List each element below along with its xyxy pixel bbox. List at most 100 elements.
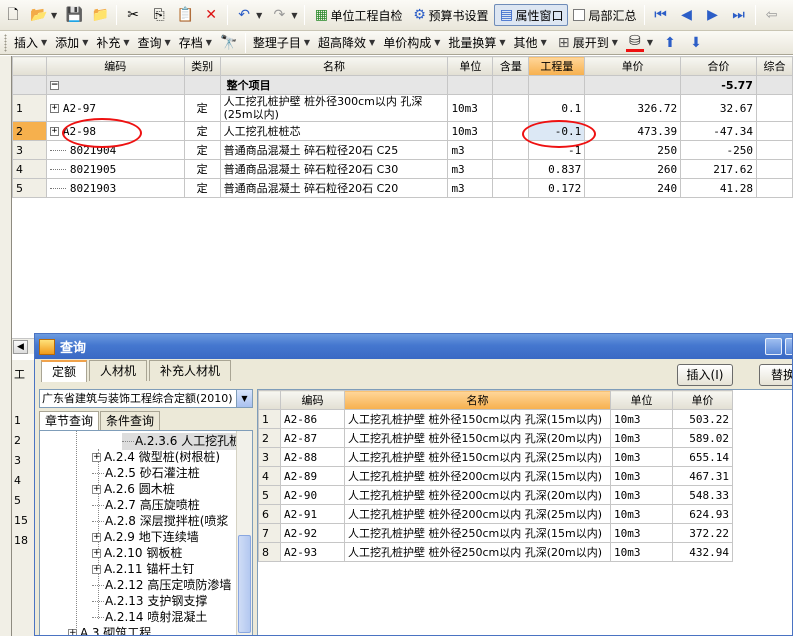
- replace-button[interactable]: 替换: [759, 364, 792, 386]
- chevron-down-icon[interactable]: ▼: [236, 390, 252, 407]
- col-header-unit[interactable]: 单位: [610, 390, 673, 410]
- result-row[interactable]: 2 A2-87 人工挖孔桩护壁 桩外径150cm以内 孔深(20m以内) 10m3 58…: [258, 428, 733, 448]
- code-cell[interactable]: 8021903: [45, 178, 185, 198]
- other-menu[interactable]: 其他 ▼: [511, 32, 550, 54]
- type-cell[interactable]: 定: [183, 178, 221, 198]
- quota-library-select[interactable]: 广东省建筑与装饰工程综合定额(2010) ▼: [39, 389, 253, 408]
- composite-cell[interactable]: [755, 94, 793, 122]
- self-check-button[interactable]: ▦ 单位工程自检: [309, 4, 405, 26]
- name-cell[interactable]: 普通商品混凝土 碎石粒径20石 C30: [219, 159, 449, 179]
- paste-button[interactable]: 📋: [173, 4, 197, 26]
- tree-expand-icon[interactable]: +: [92, 549, 101, 558]
- quantity-cell[interactable]: 0.837: [528, 159, 586, 179]
- tree-expand-icon[interactable]: +: [68, 629, 77, 635]
- code-cell[interactable]: A2-87: [280, 428, 345, 448]
- query-menu[interactable]: 查询 ▼: [135, 32, 174, 54]
- price-cell[interactable]: 589.02: [672, 428, 733, 448]
- tree-node[interactable]: + A.2.11 锚杆土钉: [92, 561, 194, 578]
- new-file-button[interactable]: 🗋: [1, 4, 25, 26]
- col-header-code[interactable]: 编码: [45, 56, 185, 76]
- tab-quota[interactable]: 定额: [41, 360, 88, 382]
- unit-cell[interactable]: 10m3: [610, 523, 673, 543]
- cut-button[interactable]: ✂: [121, 4, 145, 26]
- composite-cell[interactable]: [755, 178, 793, 198]
- code-cell[interactable]: A2-89: [280, 466, 345, 486]
- tab-condition-search[interactable]: 条件查询: [100, 411, 161, 430]
- name-cell[interactable]: 人工挖孔桩护壁 桩外径200cm以内 孔深(25m以内): [344, 504, 611, 524]
- col-header-code[interactable]: 编码: [280, 390, 345, 410]
- query-title-bar[interactable]: 查询: [35, 334, 792, 359]
- undo-button[interactable]: ↶ ▼: [232, 4, 265, 26]
- side-tab-label[interactable]: 工: [14, 366, 25, 382]
- name-cell[interactable]: 人工挖孔桩桩芯: [219, 121, 449, 141]
- tab-supplement-labor-material[interactable]: 补充人材机: [149, 360, 232, 381]
- price-cell[interactable]: 624.93: [672, 504, 733, 524]
- composite-cell[interactable]: [755, 140, 793, 160]
- col-header-price[interactable]: 单价: [584, 56, 682, 76]
- code-cell[interactable]: A2-88: [280, 447, 345, 467]
- quantity-cell[interactable]: 0.172: [528, 178, 586, 198]
- tree-node[interactable]: A.2.3.6 人工挖孔桩: [122, 433, 242, 450]
- col-header-total[interactable]: 合价: [680, 56, 757, 76]
- price-cell[interactable]: 473.39: [584, 121, 682, 141]
- name-cell[interactable]: 人工挖孔桩护壁 桩外径300cm以内 孔深(25m以内): [219, 94, 449, 122]
- insert-button[interactable]: 插入(I): [677, 364, 733, 386]
- table-row[interactable]: 5 8021903 定 普通商品混凝土 碎石粒径20石 C20 m3 0.172…: [12, 178, 793, 198]
- tree-expand-icon[interactable]: +: [92, 533, 101, 542]
- tree-expand-icon[interactable]: +: [92, 565, 101, 574]
- expand-menu[interactable]: ⊞ 展开到 ▼: [552, 32, 621, 54]
- next-button[interactable]: ▶: [701, 4, 725, 26]
- name-cell[interactable]: 普通商品混凝土 碎石粒径20石 C20: [219, 178, 449, 198]
- col-header-name[interactable]: 名称: [344, 390, 611, 410]
- name-cell[interactable]: 人工挖孔桩护壁 桩外径150cm以内 孔深(25m以内): [344, 447, 611, 467]
- partial-summary-toggle[interactable]: 局部汇总: [570, 4, 640, 26]
- price-cell[interactable]: 467.31: [672, 466, 733, 486]
- result-row[interactable]: 8 A2-93 人工挖孔桩护壁 桩外径250cm以内 孔深(20m以内) 10m3 43…: [258, 542, 733, 562]
- height-cost-menu[interactable]: 超高降效 ▼: [315, 32, 378, 54]
- content-cell[interactable]: [492, 178, 530, 198]
- unit-cell[interactable]: 10m3: [610, 428, 673, 448]
- type-cell[interactable]: 定: [183, 159, 221, 179]
- tree-expand-icon[interactable]: +: [92, 485, 101, 494]
- folder-button[interactable]: 📁: [88, 4, 112, 26]
- scroll-left-icon[interactable]: ◀: [13, 340, 28, 354]
- code-cell[interactable]: A2-93: [280, 542, 345, 562]
- unit-cell[interactable]: 10m3: [610, 409, 673, 429]
- tab-chapter-search[interactable]: 章节查询: [39, 411, 100, 431]
- unit-cell[interactable]: 10m3: [447, 121, 494, 141]
- name-cell[interactable]: 人工挖孔桩护壁 桩外径150cm以内 孔深(20m以内): [344, 428, 611, 448]
- total-cell[interactable]: 32.67: [680, 94, 757, 122]
- result-row[interactable]: 5 A2-90 人工挖孔桩护壁 桩外径200cm以内 孔深(20m以内) 10m3 54…: [258, 485, 733, 505]
- name-cell[interactable]: 人工挖孔桩护壁 桩外径250cm以内 孔深(20m以内): [344, 542, 611, 562]
- maximize-icon[interactable]: [785, 338, 792, 355]
- tree-node[interactable]: A.2.7 高压旋喷桩: [92, 497, 200, 514]
- scroll-thumb[interactable]: [238, 535, 251, 633]
- result-row[interactable]: 3 A2-88 人工挖孔桩护壁 桩外径150cm以内 孔深(25m以内) 10m3 65…: [258, 447, 733, 467]
- col-header-unit[interactable]: 单位: [447, 56, 494, 76]
- name-cell[interactable]: 人工挖孔桩护壁 桩外径150cm以内 孔深(15m以内): [344, 409, 611, 429]
- table-row[interactable]: 1 + A2-97 定 人工挖孔桩护壁 桩外径300cm以内 孔深(25m以内) …: [12, 94, 793, 122]
- col-header-type[interactable]: 类别: [183, 56, 221, 76]
- tree-node[interactable]: A.2.14 喷射混凝土: [92, 609, 207, 626]
- save-button[interactable]: 💾: [62, 4, 86, 26]
- type-cell[interactable]: 定: [183, 121, 221, 141]
- group-row[interactable]: − 整个项目 -5.77: [12, 75, 793, 95]
- content-cell[interactable]: [492, 140, 530, 160]
- tree-node[interactable]: + A.2.6 圆木桩: [92, 481, 175, 498]
- move-down-button[interactable]: ⬇: [684, 32, 708, 54]
- total-cell[interactable]: -47.34: [680, 121, 757, 141]
- delete-button[interactable]: ✕: [199, 4, 223, 26]
- code-cell[interactable]: + A2-97: [45, 94, 185, 122]
- prev-button[interactable]: ◀: [675, 4, 699, 26]
- tree-node[interactable]: A.2.13 支护钢支撑: [92, 593, 207, 610]
- minimize-icon[interactable]: [765, 338, 782, 355]
- name-cell[interactable]: 人工挖孔桩护壁 桩外径250cm以内 孔深(15m以内): [344, 523, 611, 543]
- price-cell[interactable]: 240: [584, 178, 682, 198]
- unit-cell[interactable]: 10m3: [447, 94, 494, 122]
- table-row[interactable]: 4 8021905 定 普通商品混凝土 碎石粒径20石 C30 m3 0.837…: [12, 159, 793, 179]
- content-cell[interactable]: [492, 159, 530, 179]
- organize-menu[interactable]: 整理子目 ▼: [250, 32, 313, 54]
- budget-settings-button[interactable]: ⚙ 预算书设置: [407, 4, 491, 26]
- composite-cell[interactable]: [755, 159, 793, 179]
- price-cell[interactable]: 260: [584, 159, 682, 179]
